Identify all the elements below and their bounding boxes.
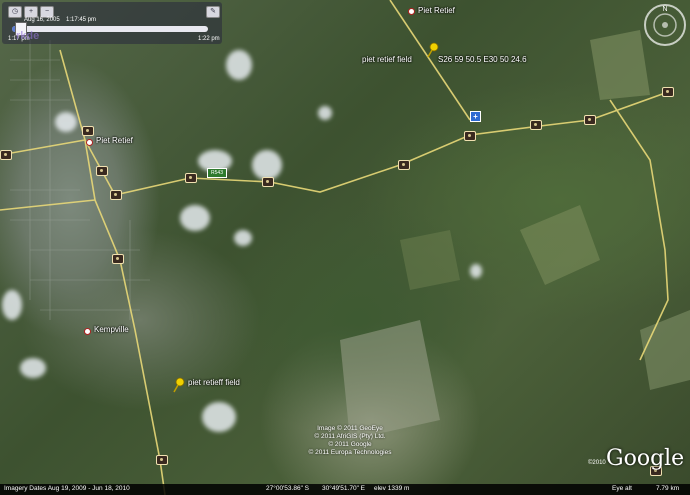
compass-north: N: [662, 6, 667, 13]
clock-icon[interactable]: ◷: [8, 6, 22, 18]
photo-icon[interactable]: [156, 455, 168, 465]
place-marker[interactable]: [86, 139, 93, 146]
place-marker[interactable]: [408, 8, 415, 15]
placemark-label[interactable]: piet retieff field: [188, 378, 240, 387]
credit-line: © 2011 Google: [328, 441, 372, 448]
place-label[interactable]: Kempville: [94, 325, 129, 334]
place-label[interactable]: Piet Retief: [96, 136, 133, 145]
photo-icon[interactable]: [110, 190, 122, 200]
eye-alt-value: 7.79 km: [656, 485, 680, 492]
place-label[interactable]: Piet Retief: [418, 6, 455, 15]
elevation: elev 1339 m: [374, 485, 410, 492]
photo-icon[interactable]: [96, 166, 108, 176]
status-bar: Imagery Dates Aug 19, 2009 - Jun 18, 201…: [0, 484, 690, 495]
photo-icon[interactable]: [262, 177, 274, 187]
photo-icon[interactable]: [0, 150, 12, 160]
brand-year: ©2010: [588, 460, 606, 466]
photo-icon[interactable]: [662, 87, 674, 97]
latitude: 27°00'53.86" S: [266, 485, 310, 492]
satellite-map[interactable]: Piet Retief Piet Retief Kempville piet r…: [0, 0, 690, 495]
time-end: 1:22 pm: [198, 36, 220, 42]
placemark-label[interactable]: piet retief field: [362, 55, 412, 64]
credit-line: © 2011 AfriGIS (Pty) Ltd.: [314, 433, 386, 440]
photo-icon[interactable]: [464, 131, 476, 141]
watermark: rkde: [16, 30, 40, 42]
placemark-label[interactable]: S26 59 50.5 E30 50 24.6: [438, 55, 527, 64]
credit-line: Image © 2011 GeoEye: [317, 425, 383, 432]
time-date: Aug 16, 2005: [24, 17, 60, 23]
time-slider-track[interactable]: [12, 26, 208, 32]
eye-alt-label: Eye alt: [612, 485, 632, 492]
map-overlay: [0, 0, 690, 495]
credit-line: © 2011 Europa Technologies: [308, 449, 392, 456]
imagery-credits: Image © 2011 GeoEye © 2011 AfriGIS (Pty)…: [280, 425, 420, 457]
photo-icon[interactable]: [185, 173, 197, 183]
time-slider-panel: ◷ + − ✎ Aug 16, 2005 1:17:45 pm 1:17 pm …: [2, 2, 222, 44]
time-clock: 1:17:45 pm: [66, 17, 97, 23]
hospital-icon[interactable]: +: [470, 111, 481, 122]
photo-icon[interactable]: [112, 254, 124, 264]
place-marker[interactable]: [84, 328, 91, 335]
photo-icon[interactable]: [584, 115, 596, 125]
longitude: 30°49'51.70" E: [322, 485, 366, 492]
imagery-dates: Imagery Dates Aug 19, 2009 - Jun 18, 201…: [4, 485, 130, 492]
photo-icon[interactable]: [530, 120, 542, 130]
pushpin-icon[interactable]: [172, 377, 186, 393]
road-shield: R543: [207, 168, 227, 178]
google-logo: Google: [606, 446, 685, 471]
settings-wrench-icon[interactable]: ✎: [206, 6, 220, 18]
compass-icon[interactable]: N: [642, 2, 688, 48]
photo-icon[interactable]: [82, 126, 94, 136]
photo-icon[interactable]: [398, 160, 410, 170]
